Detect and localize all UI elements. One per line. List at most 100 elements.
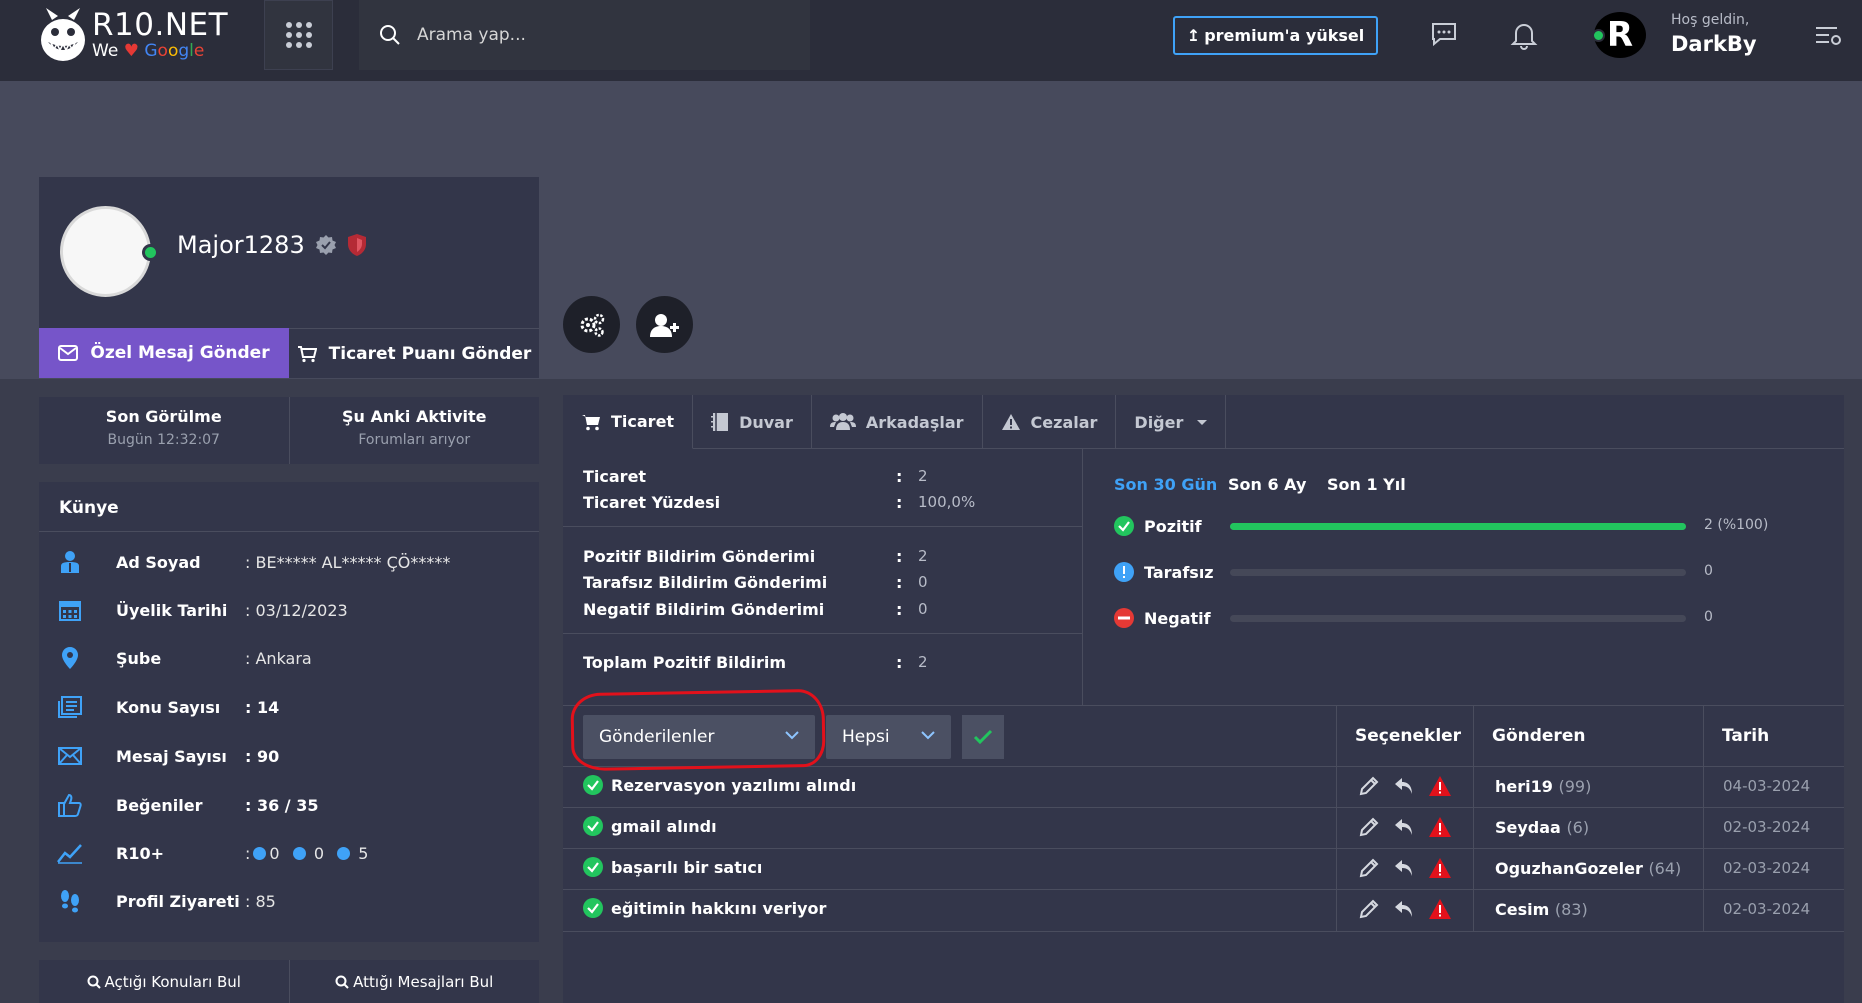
edit-pencil-icon[interactable]: [1358, 816, 1380, 838]
table-row: gmail alındı Seydaa (6) 02-03-2024: [563, 807, 1844, 849]
minus-circle-icon: [1114, 608, 1134, 628]
r10-plus-values: :0 0 5: [245, 843, 369, 863]
find-messages-link[interactable]: Attığı Mesajları Bul: [288, 960, 540, 1003]
edit-pencil-icon[interactable]: [1358, 857, 1380, 879]
logo-tagline: We ♥ Google: [92, 41, 205, 61]
r10-dot: [292, 846, 306, 860]
add-friend-button[interactable]: [636, 296, 693, 353]
period-30-days[interactable]: Son 30 Gün: [1114, 475, 1217, 494]
info-row-name: Ad Soyad : BE***** AL***** ÇÖ*****: [56, 547, 450, 577]
reply-icon[interactable]: [1393, 899, 1415, 919]
table-row: eğitimin hakkını veriyor Cesim (83) 02-0…: [563, 889, 1844, 931]
online-status-dot: [1592, 29, 1605, 42]
profile-card: Major1283 Özel Mesaj Gönder Ticaret Puan…: [39, 177, 539, 378]
direction-filter-select[interactable]: Gönderilenler: [583, 715, 815, 759]
search-bar: [359, 0, 810, 70]
thumbs-up-icon: [56, 791, 84, 819]
send-private-message-button[interactable]: Özel Mesaj Gönder: [39, 328, 289, 378]
tab-duvar[interactable]: Duvar: [693, 395, 812, 449]
warning-icon: [1001, 414, 1020, 430]
settings-menu-icon[interactable]: [1815, 24, 1843, 48]
info-row-profile-visits: Profil Ziyareti : 85: [56, 886, 276, 916]
check-circle-icon: [583, 857, 603, 877]
info-row-topic-count: Konu Sayısı : 14: [56, 692, 279, 722]
tab-arkadaslar[interactable]: Arkadaşlar: [812, 395, 983, 449]
feedback-neutral: Tarafsız 0: [1114, 559, 1713, 585]
send-trade-point-button[interactable]: Ticaret Puanı Gönder: [289, 328, 539, 378]
profile-username: Major1283: [177, 231, 367, 259]
feedback-message: Rezervasyon yazılımı alındı: [611, 775, 857, 795]
check-icon: [973, 729, 993, 745]
last-seen: Son Görülme Bugün 12:32:07: [39, 397, 289, 464]
r10-dot: [253, 846, 267, 860]
profile-settings-button[interactable]: [563, 296, 620, 353]
footprints-icon: [56, 887, 84, 915]
profile-tabs: Ticaret Duvar Arkadaşlar Cezalar Diğer: [563, 395, 1844, 449]
report-warning-icon[interactable]: [1428, 816, 1452, 838]
type-filter-select[interactable]: Hepsi: [826, 715, 951, 759]
feedback-sender[interactable]: Cesim (83): [1495, 900, 1588, 919]
feedback-sender[interactable]: heri19 (99): [1495, 777, 1591, 796]
arrow-up-icon: ↥: [1186, 26, 1201, 45]
tab-diger[interactable]: Diğer: [1116, 395, 1227, 449]
tab-ticaret[interactable]: Ticaret: [563, 395, 694, 449]
envelope-icon: [58, 345, 79, 361]
info-row-likes: Beğeniler : 36 / 35: [56, 790, 318, 820]
tab-cezalar[interactable]: Cezalar: [983, 395, 1117, 449]
activity-status-panel: Son Görülme Bugün 12:32:07 Şu Anki Aktiv…: [39, 397, 539, 464]
table-row: başarılı bir satıcı OguzhanGozeler (64) …: [563, 848, 1844, 890]
check-circle-icon: [583, 898, 603, 918]
premium-upgrade-button[interactable]: ↥ premium'a yüksel: [1173, 16, 1378, 55]
greeting[interactable]: Hoş geldin, DarkBy: [1671, 12, 1757, 56]
reply-icon[interactable]: [1393, 858, 1415, 878]
edit-pencil-icon[interactable]: [1358, 898, 1380, 920]
user-icon: [56, 548, 84, 576]
edit-pencil-icon[interactable]: [1358, 775, 1380, 797]
location-pin-icon: [56, 644, 84, 672]
verified-badge-icon: [315, 235, 336, 255]
report-warning-icon[interactable]: [1428, 775, 1452, 797]
reply-icon[interactable]: [1393, 776, 1415, 796]
site-logo[interactable]: R10.NET We ♥ Google: [38, 6, 228, 64]
check-circle-icon: [1114, 516, 1134, 536]
column-header-date: Tarih: [1703, 706, 1844, 766]
find-content-panel: Açtığı Konuları Bul Attığı Mesajları Bul: [39, 960, 539, 1003]
pm-button-label: Özel Mesaj Gönder: [90, 343, 270, 363]
notifications-bell-icon[interactable]: [1510, 20, 1538, 50]
divider: [563, 633, 1083, 634]
last-seen-value: Bugün 12:32:07: [107, 432, 220, 448]
feedback-positive: Pozitif 2 (%100): [1114, 513, 1768, 539]
reply-icon[interactable]: [1393, 817, 1415, 837]
find-topics-link[interactable]: Açtığı Konuları Bul: [39, 960, 289, 1003]
apps-menu-button[interactable]: [264, 0, 333, 70]
top-bar: R10.NET We ♥ Google ↥ premium'a yüksel: [0, 0, 1862, 81]
users-icon: [829, 413, 856, 430]
feedback-sender[interactable]: Seydaa (6): [1495, 818, 1589, 837]
search-input[interactable]: [417, 25, 777, 45]
feedback-message: başarılı bir satıcı: [611, 857, 763, 877]
feedback-date: 02-03-2024: [1723, 900, 1811, 918]
info-row-branch: Şube : Ankara: [56, 643, 312, 673]
report-warning-icon[interactable]: [1428, 857, 1452, 879]
trade-panel: Ticaret Duvar Arkadaşlar Cezalar Diğer T…: [563, 395, 1844, 1003]
messages-icon[interactable]: [1430, 20, 1458, 48]
apply-filter-button[interactable]: [962, 715, 1004, 759]
period-6-months[interactable]: Son 6 Ay: [1228, 475, 1306, 494]
shield-badge-icon: [347, 234, 366, 256]
report-warning-icon[interactable]: [1428, 898, 1452, 920]
calendar-icon: [56, 596, 84, 624]
logo-face-icon: [41, 8, 85, 61]
caret-down-icon: [1197, 419, 1208, 425]
profile-info-panel: Künye Ad Soyad : BE***** AL***** ÇÖ*****…: [39, 482, 539, 942]
activity-value: Forumları arıyor: [358, 432, 471, 448]
cart-icon: [297, 345, 317, 362]
check-circle-icon: [583, 775, 603, 795]
feedback-sender[interactable]: OguzhanGozeler (64): [1495, 859, 1681, 878]
greeting-text: Hoş geldin,: [1671, 12, 1750, 28]
divider: [563, 931, 1844, 932]
search-icon: [335, 975, 349, 989]
logo-name: R10.NET: [92, 7, 229, 43]
period-1-year[interactable]: Son 1 Yıl: [1327, 475, 1406, 494]
chart-line-icon: [56, 839, 84, 867]
heart-icon: ♥: [123, 41, 139, 61]
